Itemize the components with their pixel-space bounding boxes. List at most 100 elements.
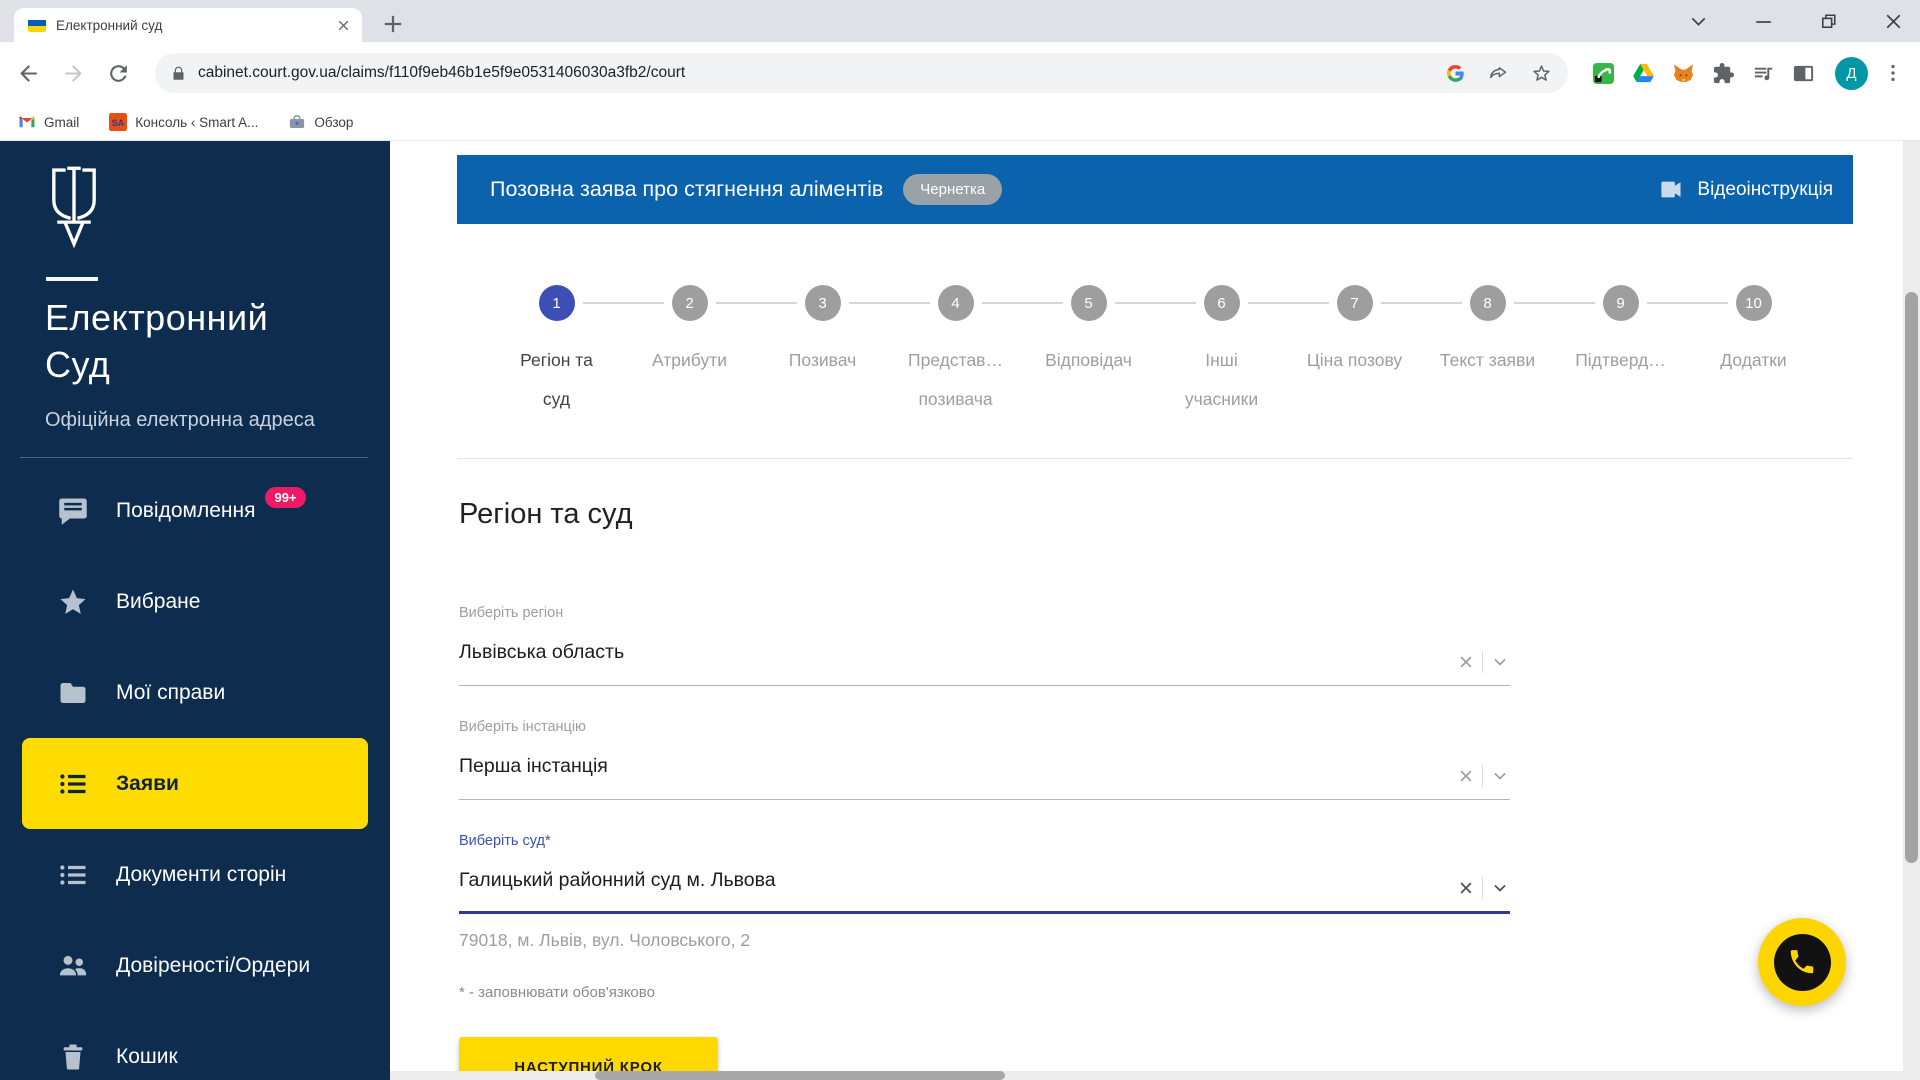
stepper-step-9[interactable]: 9Підтверд… (1554, 285, 1687, 419)
step-label: Представ… позивача (907, 341, 1005, 419)
select-input[interactable]: Перша інстанція (459, 753, 1510, 800)
sidebar-item[interactable]: Заяви (22, 738, 368, 829)
step-number: 8 (1470, 285, 1506, 321)
icon-divider (1482, 877, 1483, 899)
stepper-step-3[interactable]: 3 Позивач (756, 285, 889, 419)
main-panel: Позовна заява про стягнення аліментів Че… (390, 141, 1920, 1080)
forward-icon[interactable] (61, 61, 86, 86)
gmail-icon (18, 113, 36, 131)
sidebar-item-label: Кошик (116, 1045, 178, 1069)
step-number: 4 (938, 285, 974, 321)
stepper-step-7[interactable]: 7 Ціна позову (1288, 285, 1421, 419)
step-number: 3 (805, 285, 841, 321)
people-icon (58, 951, 88, 981)
new-tab-button[interactable] (378, 9, 408, 39)
stepper-step-4[interactable]: 4 Представ… позивача (889, 285, 1022, 419)
reload-icon[interactable] (106, 61, 131, 86)
clear-icon[interactable] (1457, 879, 1475, 897)
phone-support-button[interactable] (1758, 918, 1846, 1006)
stepper-step-1[interactable]: 1Регіон та суд (490, 285, 623, 419)
phone-icon (1787, 947, 1817, 977)
section-title: Регіон та суд (459, 496, 1510, 532)
sidebar-divider (20, 457, 368, 458)
stepper-step-5[interactable]: 5Відповідач (1022, 285, 1155, 419)
sidebar-item[interactable]: Кошик (0, 1011, 390, 1080)
side-panel-icon[interactable] (1792, 62, 1815, 85)
step-number: 2 (672, 285, 708, 321)
browser-titlebar: Електронний суд (0, 0, 1920, 42)
stepper-step-6[interactable]: 6 Інші учасники (1155, 285, 1288, 419)
toolbox-icon (288, 113, 306, 131)
media-playlist-icon[interactable] (1752, 62, 1775, 85)
sidebar-item[interactable]: Повідомлення99+ (0, 465, 390, 556)
app-subtitle: Офіційна електронна адреса (45, 409, 315, 432)
bookmark-label: Gmail (44, 115, 79, 130)
stepper-step-10[interactable]: 10 Додатки (1687, 285, 1820, 419)
select-value: Перша інстанція (459, 755, 608, 777)
share-icon[interactable] (1488, 63, 1509, 84)
tab-search-icon[interactable] (1686, 9, 1711, 34)
tab-close-icon[interactable] (335, 17, 352, 34)
video-instruction-link[interactable]: Відеоінструкція (1658, 176, 1833, 203)
wizard-stepper: 1Регіон та суд2Атрибути 3 Позивач 4 Представ… (490, 285, 1820, 419)
step-number: 5 (1071, 285, 1107, 321)
minimize-icon[interactable] (1751, 9, 1776, 34)
field-label: Виберіть інстанцію (459, 719, 1510, 737)
restore-icon[interactable] (1816, 9, 1841, 34)
bookmark-item[interactable]: Обзор (288, 113, 353, 131)
metamask-icon[interactable] (1672, 62, 1695, 85)
stepper-step-8[interactable]: 8Текст заяви (1421, 285, 1554, 419)
claim-title: Позовна заява про стягнення аліментів (490, 177, 883, 202)
chevron-down-icon[interactable] (1490, 652, 1510, 672)
browser-chrome: Електронний суд cabinet.court.gov.ua/cla… (0, 0, 1920, 141)
select-input[interactable]: Галицький районний суд м. Львова (459, 867, 1510, 914)
sidebar-item-label: Заяви (116, 772, 179, 796)
horizontal-scrollbar[interactable] (390, 1071, 1903, 1080)
vertical-scrollbar[interactable] (1903, 141, 1920, 1080)
extensions-puzzle-icon[interactable] (1712, 62, 1735, 85)
step-label: Інші учасники (1173, 341, 1271, 419)
clear-icon[interactable] (1457, 653, 1475, 671)
chevron-down-icon[interactable] (1490, 766, 1510, 786)
notification-badge: 99+ (265, 487, 305, 508)
back-icon[interactable] (16, 61, 41, 86)
step-label: Ціна позову (1306, 341, 1404, 380)
google-g-icon[interactable] (1445, 63, 1466, 84)
select-input[interactable]: Львівська область (459, 639, 1510, 686)
sidebar-item[interactable]: Мої справи (0, 647, 390, 738)
form-field: Виберіть суд*Галицький районний суд м. Л… (459, 833, 1510, 951)
browser-toolbar: cabinet.court.gov.ua/claims/f110f9eb46b1… (0, 42, 1920, 104)
chevron-down-icon[interactable] (1490, 878, 1510, 898)
sidebar-item[interactable]: Довіреності/Ордери (0, 920, 390, 1011)
google-drive-icon[interactable] (1632, 62, 1655, 85)
sidebar-item[interactable]: Документи сторін (0, 829, 390, 920)
step-label: Позивач (774, 341, 872, 380)
bookmark-star-icon[interactable] (1531, 63, 1552, 84)
bookmark-label: Консоль ‹ Smart A... (135, 115, 258, 130)
avatar[interactable]: Д (1835, 57, 1868, 90)
browser-tab[interactable]: Електронний суд (14, 8, 362, 42)
bookmark-item[interactable]: Gmail (18, 113, 79, 131)
url-text: cabinet.court.gov.ua/claims/f110f9eb46b1… (198, 64, 1433, 82)
step-label: Додатки (1705, 341, 1803, 380)
horizontal-scrollbar-thumb[interactable] (595, 1071, 1005, 1080)
phone-button-circle (1774, 934, 1831, 991)
close-icon[interactable] (1881, 9, 1906, 34)
stepper-step-2[interactable]: 2Атрибути (623, 285, 756, 419)
step-number: 7 (1337, 285, 1373, 321)
url-bar[interactable]: cabinet.court.gov.ua/claims/f110f9eb46b1… (155, 53, 1568, 93)
clear-icon[interactable] (1457, 767, 1475, 785)
step-number: 10 (1736, 285, 1772, 321)
green-arrow-extension-icon[interactable] (1592, 62, 1615, 85)
step-number: 6 (1204, 285, 1240, 321)
sidebar-item-label: Вибране (116, 590, 200, 614)
message-icon (58, 496, 88, 526)
select-value: Галицький районний суд м. Львова (459, 869, 776, 891)
sidebar-item-label: Мої справи (116, 681, 225, 705)
ukraine-flag-favicon (28, 19, 46, 32)
browser-menu-icon[interactable] (1882, 62, 1904, 84)
bookmark-item[interactable]: SAКонсоль ‹ Smart A... (109, 113, 258, 131)
sidebar-item[interactable]: Вибране (0, 556, 390, 647)
vertical-scrollbar-thumb[interactable] (1905, 292, 1918, 863)
step-label: Підтверд… (1572, 341, 1670, 380)
